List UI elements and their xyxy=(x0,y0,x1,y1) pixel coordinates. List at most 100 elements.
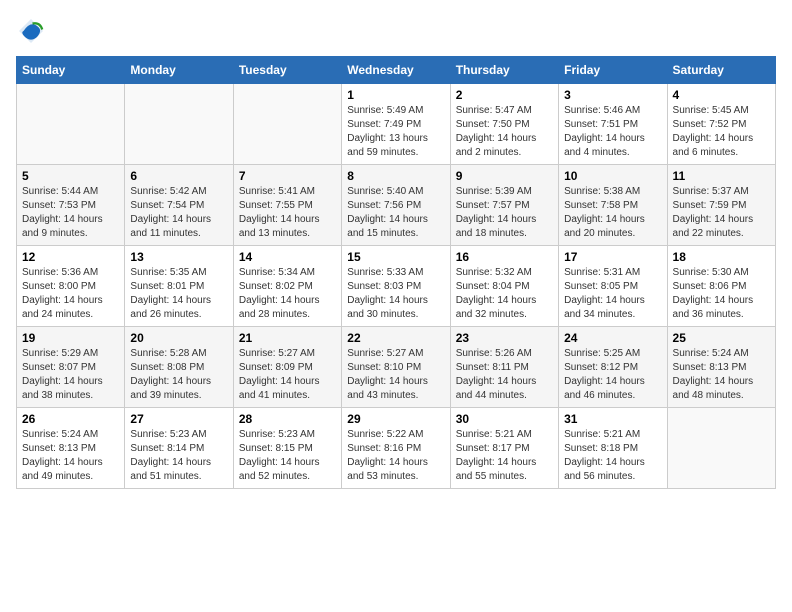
header-cell-saturday: Saturday xyxy=(667,57,775,84)
week-row-5: 26Sunrise: 5:24 AM Sunset: 8:13 PM Dayli… xyxy=(17,408,776,489)
day-info: Sunrise: 5:49 AM Sunset: 7:49 PM Dayligh… xyxy=(347,104,444,160)
day-info: Sunrise: 5:33 AM Sunset: 8:03 PM Dayligh… xyxy=(347,266,444,322)
day-info: Sunrise: 5:37 AM Sunset: 7:59 PM Dayligh… xyxy=(673,185,770,241)
header-cell-monday: Monday xyxy=(125,57,233,84)
day-info: Sunrise: 5:46 AM Sunset: 7:51 PM Dayligh… xyxy=(564,104,661,160)
day-number: 5 xyxy=(22,169,119,183)
day-cell: 13 Sunrise: 5:35 AM Sunset: 8:01 PM Dayli… xyxy=(125,246,233,327)
day-cell xyxy=(233,84,341,165)
day-cell: 17 Sunrise: 5:31 AM Sunset: 8:05 PM Dayli… xyxy=(559,246,667,327)
day-cell: 21 Sunrise: 5:27 AM Sunset: 8:09 PM Dayli… xyxy=(233,327,341,408)
day-number: 29 xyxy=(347,412,444,426)
day-cell: 31 Sunrise: 5:21 AM Sunset: 8:18 PM Dayli… xyxy=(559,408,667,489)
day-cell: 30 Sunrise: 5:21 AM Sunset: 8:17 PM Dayli… xyxy=(450,408,558,489)
day-cell: 3Sunrise: 5:46 AM Sunset: 7:51 PM Daylig… xyxy=(559,84,667,165)
day-cell: 6 Sunrise: 5:42 AM Sunset: 7:54 PM Daylig… xyxy=(125,165,233,246)
day-cell: 28 Sunrise: 5:23 AM Sunset: 8:15 PM Dayli… xyxy=(233,408,341,489)
calendar-table: SundayMondayTuesdayWednesdayThursdayFrid… xyxy=(16,56,776,489)
header-cell-sunday: Sunday xyxy=(17,57,125,84)
day-info: Sunrise: 5:21 AM Sunset: 8:18 PM Dayligh… xyxy=(564,428,661,484)
calendar-header: SundayMondayTuesdayWednesdayThursdayFrid… xyxy=(17,57,776,84)
day-cell: 8 Sunrise: 5:40 AM Sunset: 7:56 PM Daylig… xyxy=(342,165,450,246)
day-cell: 22 Sunrise: 5:27 AM Sunset: 8:10 PM Dayli… xyxy=(342,327,450,408)
logo-icon xyxy=(16,16,46,46)
day-cell xyxy=(125,84,233,165)
day-info: Sunrise: 5:40 AM Sunset: 7:56 PM Dayligh… xyxy=(347,185,444,241)
day-cell: 16 Sunrise: 5:32 AM Sunset: 8:04 PM Dayli… xyxy=(450,246,558,327)
day-info: Sunrise: 5:21 AM Sunset: 8:17 PM Dayligh… xyxy=(456,428,553,484)
day-number: 17 xyxy=(564,250,661,264)
day-cell xyxy=(17,84,125,165)
day-cell xyxy=(667,408,775,489)
day-info: Sunrise: 5:27 AM Sunset: 8:10 PM Dayligh… xyxy=(347,347,444,403)
day-info: Sunrise: 5:42 AM Sunset: 7:54 PM Dayligh… xyxy=(130,185,227,241)
calendar-body: 1 Sunrise: 5:49 AM Sunset: 7:49 PM Daylig… xyxy=(17,84,776,489)
day-info: Sunrise: 5:23 AM Sunset: 8:15 PM Dayligh… xyxy=(239,428,336,484)
day-number: 18 xyxy=(673,250,770,264)
day-cell: 7 Sunrise: 5:41 AM Sunset: 7:55 PM Daylig… xyxy=(233,165,341,246)
day-number: 21 xyxy=(239,331,336,345)
week-row-1: 1 Sunrise: 5:49 AM Sunset: 7:49 PM Daylig… xyxy=(17,84,776,165)
day-number: 16 xyxy=(456,250,553,264)
day-number: 19 xyxy=(22,331,119,345)
day-number: 15 xyxy=(347,250,444,264)
day-cell: 4 Sunrise: 5:45 AM Sunset: 7:52 PM Daylig… xyxy=(667,84,775,165)
day-info: Sunrise: 5:35 AM Sunset: 8:01 PM Dayligh… xyxy=(130,266,227,322)
day-number: 24 xyxy=(564,331,661,345)
day-number: 7 xyxy=(239,169,336,183)
day-info: Sunrise: 5:29 AM Sunset: 8:07 PM Dayligh… xyxy=(22,347,119,403)
header-cell-friday: Friday xyxy=(559,57,667,84)
day-cell: 9Sunrise: 5:39 AM Sunset: 7:57 PM Daylig… xyxy=(450,165,558,246)
day-number: 9 xyxy=(456,169,553,183)
day-info: Sunrise: 5:25 AM Sunset: 8:12 PM Dayligh… xyxy=(564,347,661,403)
day-info: Sunrise: 5:23 AM Sunset: 8:14 PM Dayligh… xyxy=(130,428,227,484)
day-cell: 2Sunrise: 5:47 AM Sunset: 7:50 PM Daylig… xyxy=(450,84,558,165)
day-number: 4 xyxy=(673,88,770,102)
logo xyxy=(16,16,50,46)
day-cell: 14Sunrise: 5:34 AM Sunset: 8:02 PM Dayli… xyxy=(233,246,341,327)
day-cell: 24 Sunrise: 5:25 AM Sunset: 8:12 PM Dayli… xyxy=(559,327,667,408)
day-number: 27 xyxy=(130,412,227,426)
day-number: 20 xyxy=(130,331,227,345)
day-info: Sunrise: 5:44 AM Sunset: 7:53 PM Dayligh… xyxy=(22,185,119,241)
day-info: Sunrise: 5:32 AM Sunset: 8:04 PM Dayligh… xyxy=(456,266,553,322)
day-info: Sunrise: 5:26 AM Sunset: 8:11 PM Dayligh… xyxy=(456,347,553,403)
header-cell-tuesday: Tuesday xyxy=(233,57,341,84)
day-info: Sunrise: 5:38 AM Sunset: 7:58 PM Dayligh… xyxy=(564,185,661,241)
day-number: 22 xyxy=(347,331,444,345)
day-number: 28 xyxy=(239,412,336,426)
day-cell: 15 Sunrise: 5:33 AM Sunset: 8:03 PM Dayli… xyxy=(342,246,450,327)
day-info: Sunrise: 5:34 AM Sunset: 8:02 PM Dayligh… xyxy=(239,266,336,322)
day-cell: 12 Sunrise: 5:36 AM Sunset: 8:00 PM Dayli… xyxy=(17,246,125,327)
day-cell: 20Sunrise: 5:28 AM Sunset: 8:08 PM Dayli… xyxy=(125,327,233,408)
day-info: Sunrise: 5:30 AM Sunset: 8:06 PM Dayligh… xyxy=(673,266,770,322)
day-number: 30 xyxy=(456,412,553,426)
day-info: Sunrise: 5:41 AM Sunset: 7:55 PM Dayligh… xyxy=(239,185,336,241)
day-number: 8 xyxy=(347,169,444,183)
day-number: 12 xyxy=(22,250,119,264)
week-row-4: 19 Sunrise: 5:29 AM Sunset: 8:07 PM Dayli… xyxy=(17,327,776,408)
day-cell: 26Sunrise: 5:24 AM Sunset: 8:13 PM Dayli… xyxy=(17,408,125,489)
day-number: 13 xyxy=(130,250,227,264)
header-row: SundayMondayTuesdayWednesdayThursdayFrid… xyxy=(17,57,776,84)
day-cell: 10 Sunrise: 5:38 AM Sunset: 7:58 PM Dayli… xyxy=(559,165,667,246)
day-info: Sunrise: 5:31 AM Sunset: 8:05 PM Dayligh… xyxy=(564,266,661,322)
day-info: Sunrise: 5:45 AM Sunset: 7:52 PM Dayligh… xyxy=(673,104,770,160)
day-info: Sunrise: 5:24 AM Sunset: 8:13 PM Dayligh… xyxy=(673,347,770,403)
day-cell: 5 Sunrise: 5:44 AM Sunset: 7:53 PM Daylig… xyxy=(17,165,125,246)
day-info: Sunrise: 5:36 AM Sunset: 8:00 PM Dayligh… xyxy=(22,266,119,322)
day-number: 6 xyxy=(130,169,227,183)
day-cell: 1 Sunrise: 5:49 AM Sunset: 7:49 PM Daylig… xyxy=(342,84,450,165)
day-number: 31 xyxy=(564,412,661,426)
header-cell-thursday: Thursday xyxy=(450,57,558,84)
day-info: Sunrise: 5:27 AM Sunset: 8:09 PM Dayligh… xyxy=(239,347,336,403)
day-number: 10 xyxy=(564,169,661,183)
day-cell: 11Sunrise: 5:37 AM Sunset: 7:59 PM Dayli… xyxy=(667,165,775,246)
day-cell: 27 Sunrise: 5:23 AM Sunset: 8:14 PM Dayli… xyxy=(125,408,233,489)
header-cell-wednesday: Wednesday xyxy=(342,57,450,84)
week-row-2: 5 Sunrise: 5:44 AM Sunset: 7:53 PM Daylig… xyxy=(17,165,776,246)
day-cell: 19 Sunrise: 5:29 AM Sunset: 8:07 PM Dayli… xyxy=(17,327,125,408)
day-cell: 29Sunrise: 5:22 AM Sunset: 8:16 PM Dayli… xyxy=(342,408,450,489)
day-number: 1 xyxy=(347,88,444,102)
day-number: 2 xyxy=(456,88,553,102)
